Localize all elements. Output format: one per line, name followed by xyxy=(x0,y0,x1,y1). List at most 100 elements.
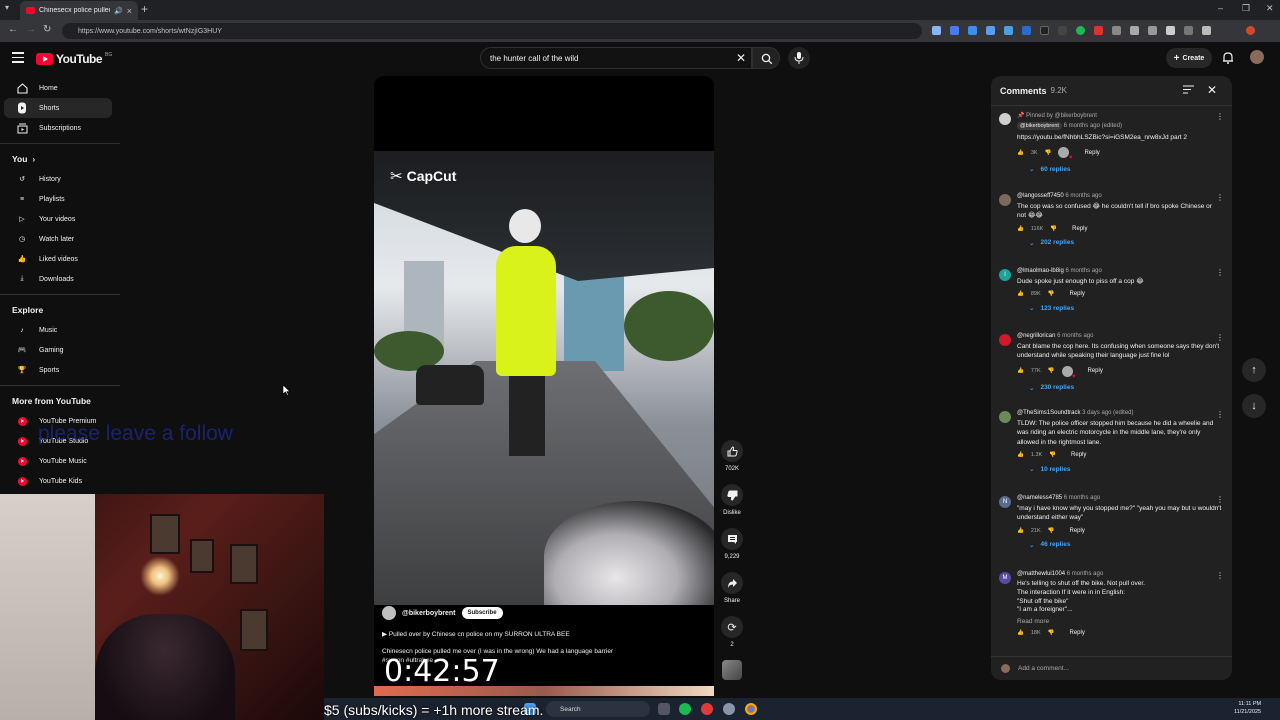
new-tab-icon[interactable]: + xyxy=(141,2,148,16)
comment-like-icon[interactable]: 👍 xyxy=(1017,452,1024,458)
comment-avatar[interactable] xyxy=(999,411,1011,423)
comment-dislike-icon[interactable]: 👎 xyxy=(1049,452,1056,458)
sidebar-item-your-videos[interactable]: ▷ Your videos xyxy=(4,209,112,229)
profile-icon[interactable] xyxy=(1246,26,1255,35)
extension-icon[interactable] xyxy=(1184,26,1193,35)
sort-icon[interactable] xyxy=(1183,85,1194,94)
tab-list-icon[interactable]: ▾ xyxy=(5,3,9,12)
comment-author[interactable]: @nameless4785 xyxy=(1017,495,1062,501)
speaker-icon[interactable]: 🔊 xyxy=(114,7,123,15)
sidebar-item-subscriptions[interactable]: Subscriptions xyxy=(4,118,112,138)
settings-icon[interactable] xyxy=(723,703,735,715)
comment-text[interactable]: https://youtu.be/fNhbhLSZBic?si=iGSM2ea_… xyxy=(1017,133,1222,142)
avatar[interactable] xyxy=(1250,50,1264,64)
search-input[interactable]: the hunter call of the wild xyxy=(480,47,752,69)
youtube-logo[interactable]: YouTube BG xyxy=(36,52,112,66)
sidebar-item-gaming[interactable]: 🎮 Gaming xyxy=(4,340,112,360)
close-tab-icon[interactable]: × xyxy=(127,6,132,16)
close-window-icon[interactable]: ✕ xyxy=(1266,3,1274,14)
like-button[interactable]: 702K xyxy=(720,440,744,472)
short-video-frame[interactable]: ✂ CapCut xyxy=(374,151,714,605)
extension-icon[interactable] xyxy=(1004,26,1013,35)
sound-thumbnail[interactable] xyxy=(722,660,742,680)
comment-author[interactable]: @lmaolmao-lb8ig xyxy=(1017,268,1064,274)
view-replies-button[interactable]: ⌄ 60 replies xyxy=(1029,165,1224,174)
extension-icon[interactable] xyxy=(986,26,995,35)
comment-menu-icon[interactable]: ⋮ xyxy=(1216,112,1224,121)
extension-icon[interactable] xyxy=(1058,26,1067,35)
add-comment-input[interactable]: Add a comment... xyxy=(1018,665,1069,672)
create-button[interactable]: + Create xyxy=(1166,48,1212,68)
subscribe-button[interactable]: Subscribe xyxy=(461,607,503,619)
comment-menu-icon[interactable]: ⋮ xyxy=(1216,571,1224,580)
sidebar-item-youtube-kids[interactable]: YouTube Kids xyxy=(4,471,112,491)
remix-button[interactable]: ⟳ 2 xyxy=(720,616,744,648)
maximize-icon[interactable]: ❐ xyxy=(1242,3,1250,14)
comment-like-icon[interactable]: 👍 xyxy=(1017,291,1024,297)
comment-avatar[interactable]: M xyxy=(999,572,1011,584)
add-comment-bar[interactable]: Add a comment... xyxy=(991,656,1232,680)
comment-like-icon[interactable]: 👍 xyxy=(1017,528,1024,534)
related-video-link[interactable]: ▶ Pulled over by Chinese cn police on my… xyxy=(382,630,706,638)
comment-avatar[interactable] xyxy=(999,194,1011,206)
comment-author[interactable]: @langosseff7450 xyxy=(1017,193,1064,199)
channel-name[interactable]: @bikerboybrent xyxy=(402,610,456,617)
comment-dislike-icon[interactable]: 👎 xyxy=(1048,630,1055,636)
comment-menu-icon[interactable]: ⋮ xyxy=(1216,193,1224,202)
notifications-icon[interactable] xyxy=(1222,51,1234,64)
chrome-icon[interactable] xyxy=(745,703,757,715)
view-replies-button[interactable]: ⌄ 10 replies xyxy=(1029,465,1224,474)
comment-dislike-icon[interactable]: 👎 xyxy=(1048,528,1055,534)
reply-button[interactable]: Reply xyxy=(1070,630,1085,636)
sidebar-you-heading[interactable]: You › xyxy=(0,149,120,169)
search-button[interactable] xyxy=(752,47,780,69)
sidebar-item-youtube-music[interactable]: YouTube Music xyxy=(4,451,112,471)
extensions-puzzle-icon[interactable] xyxy=(1202,26,1211,35)
previous-short-button[interactable]: ↑ xyxy=(1242,358,1266,382)
reply-button[interactable]: Reply xyxy=(1072,226,1087,232)
reply-button[interactable]: Reply xyxy=(1070,291,1085,297)
dislike-button[interactable]: Dislike xyxy=(720,484,744,516)
comment-author[interactable]: @negrillorican xyxy=(1017,333,1055,339)
reply-button[interactable]: Reply xyxy=(1084,150,1099,156)
spotify-icon[interactable] xyxy=(679,703,691,715)
taskbar-search[interactable]: Search xyxy=(546,701,650,717)
sidebar-item-sports[interactable]: 🏆 Sports xyxy=(4,360,112,380)
extension-icon[interactable] xyxy=(950,26,959,35)
forward-icon[interactable]: → xyxy=(26,24,36,35)
extension-icon[interactable] xyxy=(1094,26,1103,35)
extension-icon[interactable] xyxy=(1076,26,1085,35)
sidebar-item-music[interactable]: ♪ Music xyxy=(4,320,112,340)
comment-like-icon[interactable]: 👍 xyxy=(1017,630,1024,636)
shorts-player[interactable]: ✂ CapCut @bikerboybrent Subscribe ▶ Pull… xyxy=(374,76,714,696)
extension-icon[interactable] xyxy=(968,26,977,35)
app-icon[interactable] xyxy=(701,703,713,715)
comment-author[interactable]: @bikerboybrent xyxy=(1017,122,1062,130)
system-clock[interactable]: 11:11 PM 11/21/2025 xyxy=(1234,701,1261,716)
reply-button[interactable]: Reply xyxy=(1088,368,1103,374)
sidebar-item-liked-videos[interactable]: 👍 Liked videos xyxy=(4,249,112,269)
read-more-link[interactable]: Read more xyxy=(1017,618,1224,625)
menu-icon[interactable] xyxy=(12,52,24,66)
comment-like-icon[interactable]: 👍 xyxy=(1017,368,1024,374)
comment-like-icon[interactable]: 👍 xyxy=(1017,226,1024,232)
comment-dislike-icon[interactable]: 👎 xyxy=(1050,226,1057,232)
comment-menu-icon[interactable]: ⋮ xyxy=(1216,268,1224,277)
comment-dislike-icon[interactable]: 👎 xyxy=(1045,150,1052,156)
sidebar-item-playlists[interactable]: ≡ Playlists xyxy=(4,189,112,209)
extension-icon[interactable] xyxy=(1022,26,1031,35)
share-button[interactable]: Share xyxy=(720,572,744,604)
comment-avatar[interactable] xyxy=(999,334,1011,346)
comment-dislike-icon[interactable]: 👎 xyxy=(1048,291,1055,297)
comment-author[interactable]: @matthewlui1004 xyxy=(1017,571,1065,577)
comment-dislike-icon[interactable]: 👎 xyxy=(1048,368,1055,374)
comment-author[interactable]: @TheSims1Soundtrack xyxy=(1017,410,1080,416)
extension-icon[interactable] xyxy=(1166,26,1175,35)
browser-tab[interactable]: Chinesecx police pulled me 🔊 × xyxy=(20,1,138,20)
sidebar-item-home[interactable]: Home xyxy=(4,78,112,98)
task-view-icon[interactable] xyxy=(658,703,670,715)
extension-icon[interactable] xyxy=(1148,26,1157,35)
view-replies-button[interactable]: ⌄ 46 replies xyxy=(1029,541,1224,549)
view-replies-button[interactable]: ⌄ 202 replies xyxy=(1029,239,1224,247)
extension-icon[interactable] xyxy=(1130,26,1139,35)
